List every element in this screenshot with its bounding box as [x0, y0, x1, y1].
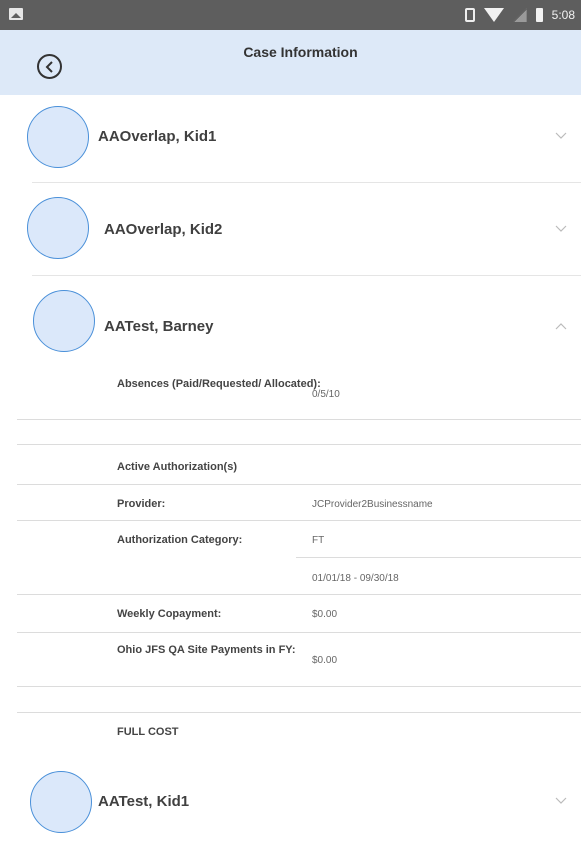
authorization-category-value: FT — [312, 535, 325, 546]
chevron-down-icon[interactable] — [555, 797, 567, 805]
divider — [296, 557, 581, 558]
wifi-icon — [483, 8, 504, 22]
weekly-copayment-label: Weekly Copayment: — [117, 608, 222, 620]
divider — [17, 632, 581, 633]
avatar — [27, 106, 89, 168]
chevron-up-icon[interactable] — [555, 322, 567, 330]
avatar — [33, 290, 95, 352]
list-item-child[interactable]: AAOverlap, Kid1 — [0, 95, 581, 181]
provider-value: JCProvider2Businessname — [312, 499, 433, 510]
child-name: AAOverlap, Kid2 — [104, 221, 223, 238]
absences-label: Absences (Paid/Requested/ Allocated): — [117, 378, 321, 390]
status-icons: 5:08 — [464, 6, 575, 24]
page-title: Case Information — [243, 44, 358, 60]
chevron-left-icon — [45, 60, 53, 73]
divider — [17, 484, 581, 485]
weekly-copayment-value: $0.00 — [312, 609, 338, 620]
divider — [17, 520, 581, 521]
site-payments-label: Ohio JFS QA Site Payments in FY: — [117, 644, 296, 656]
full-cost-label: FULL COST — [117, 726, 179, 738]
absences-value: 0/5/10 — [312, 389, 340, 400]
child-name: AAOverlap, Kid1 — [98, 128, 217, 145]
gallery-notification-icon — [9, 8, 23, 20]
authorization-date-range: 01/01/18 - 09/30/18 — [312, 573, 399, 584]
divider — [17, 419, 581, 420]
avatar — [30, 771, 92, 833]
divider — [17, 686, 581, 687]
clock: 5:08 — [551, 8, 575, 22]
provider-label: Provider: — [117, 498, 166, 510]
authorization-category-label: Authorization Category: — [117, 534, 243, 546]
divider — [17, 712, 581, 713]
status-bar: 5:08 — [0, 0, 581, 30]
list-item-child[interactable]: AATest, Kid1 — [0, 756, 581, 842]
avatar — [27, 197, 89, 259]
active-authorizations-heading: Active Authorization(s) — [117, 461, 237, 473]
header: Case Information — [0, 30, 581, 95]
divider — [17, 444, 581, 445]
chevron-down-icon[interactable] — [555, 132, 567, 140]
vibrate-icon — [464, 8, 475, 22]
child-name: AATest, Barney — [104, 318, 214, 335]
list-item-child-expanded[interactable]: AATest, Barney — [0, 276, 581, 366]
battery-icon — [535, 8, 543, 22]
divider — [17, 594, 581, 595]
chevron-down-icon[interactable] — [555, 225, 567, 233]
site-payments-value: $0.00 — [312, 655, 338, 666]
cell-signal-icon — [512, 8, 527, 22]
child-name: AATest, Kid1 — [98, 793, 190, 810]
list-item-child[interactable]: AAOverlap, Kid2 — [0, 183, 581, 274]
